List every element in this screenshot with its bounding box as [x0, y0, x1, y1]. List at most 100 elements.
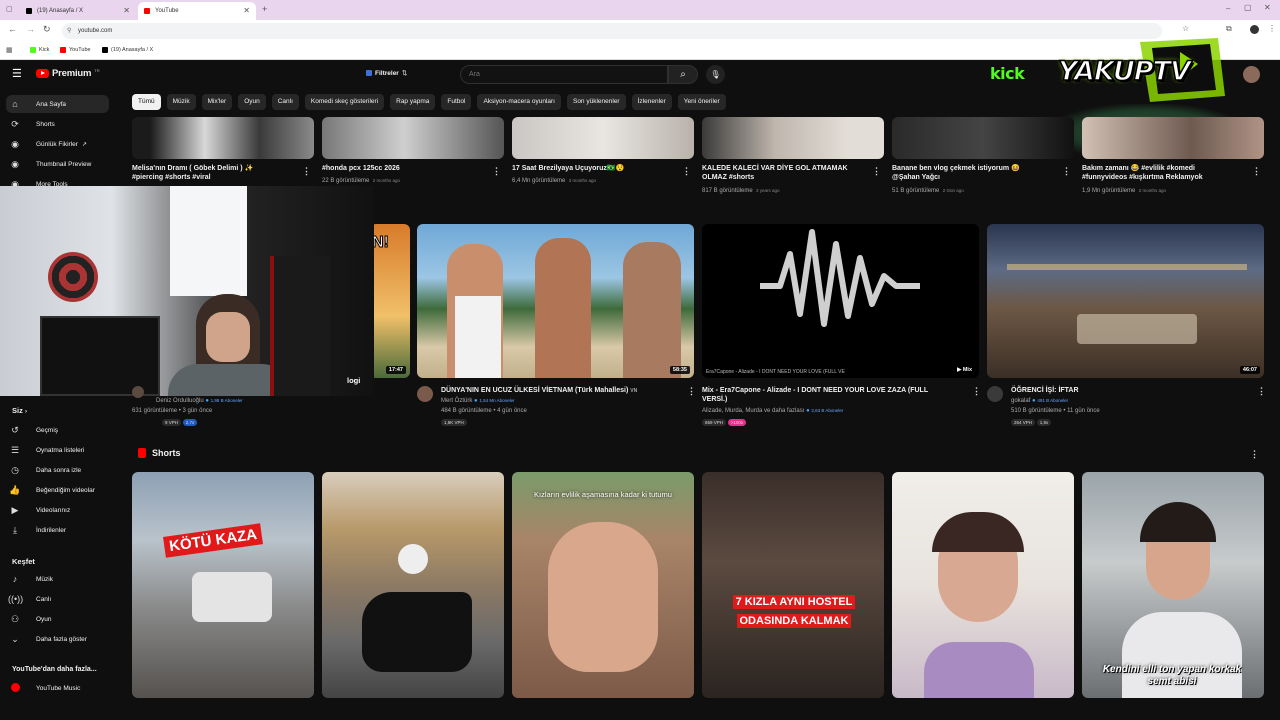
video-menu-icon[interactable]: ⋮ [492, 166, 501, 177]
sidebar-item-shorts[interactable]: ⟳ Shorts [6, 115, 109, 133]
account-avatar[interactable] [1243, 66, 1260, 83]
channel-line[interactable]: Alizade, Murda, Murda ve daha fazlası ● … [702, 408, 843, 414]
video-title[interactable]: #honda pcx 125cc 2026 [322, 164, 482, 173]
verified-icon: ● [806, 408, 810, 414]
tab-search-icon[interactable]: ▢ [6, 5, 13, 13]
minimize-icon[interactable]: – [1226, 4, 1230, 13]
extensions-icon[interactable]: ⧉ [1226, 24, 1232, 34]
sidebar-item-downloads[interactable]: ⤓ İndirilenler [6, 521, 109, 539]
short-thumbnail[interactable] [322, 472, 504, 698]
video-thumbnail[interactable]: Era7Capone - Alizade - I DONT NEED YOUR … [702, 224, 979, 378]
channel-line[interactable]: gokalaf ● 491 B Aboneler [1011, 398, 1068, 404]
channel-line[interactable]: Deniz Ordulluoğlu ● 1,98 B Aboneler [156, 398, 243, 404]
filter-chip[interactable]: Yeni öneriler [677, 94, 726, 110]
site-info-icon[interactable]: ⚲ [67, 27, 71, 34]
video-menu-icon[interactable]: ⋮ [682, 166, 691, 177]
video-thumbnail[interactable] [892, 117, 1074, 159]
video-menu-icon[interactable]: ⋮ [872, 166, 881, 177]
filter-chip[interactable]: İzlenenler [631, 94, 672, 110]
short-thumbnail[interactable]: Kendini elli ton yapan korkak semt abisi [1082, 472, 1264, 698]
video-menu-icon[interactable]: ⋮ [302, 166, 311, 177]
video-thumbnail[interactable]: 58:35 [417, 224, 694, 378]
bookmark-youtube[interactable]: YouTube [60, 47, 91, 53]
video-menu-icon[interactable]: ⋮ [1252, 166, 1261, 177]
close-tab-icon[interactable]: ✕ [123, 6, 130, 15]
video-title[interactable]: 17 Saat Brezilyaya Uçuyoruz🇧🇷😯 [512, 164, 672, 173]
video-thumbnail[interactable] [132, 117, 314, 159]
video-thumbnail[interactable]: 46:07 [987, 224, 1264, 378]
video-title[interactable]: Melisa'nın Dramı ( Göbek Delimi ) ✨ #pier… [132, 164, 292, 182]
sidebar-item-daily-ideas[interactable]: ◉ Günlük Fikirler ↗ [6, 135, 109, 153]
filter-chip[interactable]: Komedi skeç gösterileri [304, 94, 385, 110]
sidebar-item-watch-later[interactable]: ◷ Daha sonra izle [6, 461, 109, 479]
filter-chip[interactable]: Mix'ler [201, 94, 233, 110]
sidebar-show-more[interactable]: ⌄ Daha fazla göster [6, 630, 109, 648]
video-menu-icon[interactable]: ⋮ [1257, 386, 1266, 397]
video-thumbnail[interactable] [702, 117, 884, 159]
you-section-heading[interactable]: Siz › [12, 406, 27, 415]
shorts-more-icon[interactable]: ⋮ [1250, 449, 1259, 460]
filter-chip[interactable]: Tümü [132, 94, 161, 110]
sidebar-item-your-videos[interactable]: ▶ Videolarınız [6, 501, 109, 519]
filter-chip[interactable]: Son yüklenenler [566, 94, 626, 110]
video-thumbnail[interactable] [512, 117, 694, 159]
sidebar-item-thumbnail-preview[interactable]: ◉ Thumbnail Preview [6, 155, 109, 173]
sidebar-item-history[interactable]: ↺ Geçmiş [6, 421, 109, 439]
sidebar-item-liked-videos[interactable]: 👍 Beğendiğim videolar [6, 481, 109, 499]
sidebar-item-youtube-music[interactable]: YouTube Music [6, 679, 109, 697]
video-title[interactable]: DÜNYA'NIN EN UCUZ ÜLKESİ VİETNAM (Türk M… [441, 386, 686, 396]
search-button[interactable]: ⌕ [668, 65, 698, 84]
sidebar-item-home[interactable]: ⌂ Ana Sayfa [6, 95, 109, 113]
profile-avatar[interactable] [1250, 25, 1259, 34]
channel-avatar[interactable] [417, 386, 433, 402]
filter-chip[interactable]: Rap yapma [390, 94, 436, 110]
back-icon[interactable]: ← [8, 24, 17, 34]
filters-button[interactable]: Filtreler ⇅ [366, 69, 407, 77]
reload-icon[interactable]: ↻ [43, 24, 51, 35]
short-thumbnail[interactable]: KÖTÜ KAZA [132, 472, 314, 698]
browser-tab-x[interactable]: (19) Anasayfa / X ✕ [20, 2, 136, 20]
video-title[interactable]: Mix - Era7Capone - Alizade - I DONT NEED… [702, 386, 947, 404]
sidebar-item-music[interactable]: ♪ Müzik [6, 570, 109, 588]
sidebar-item-live[interactable]: ((•)) Canlı [6, 590, 109, 608]
url-field[interactable]: ⚲ youtube.com [62, 23, 1162, 39]
video-title[interactable]: ÖĞRENCİ İŞİ: İFTAR [1011, 386, 1256, 395]
video-menu-icon[interactable]: ⋮ [1062, 166, 1071, 177]
video-menu-icon[interactable]: ⋮ [972, 386, 981, 397]
sidebar-item-playlists[interactable]: ☰ Oynatma listeleri [6, 441, 109, 459]
close-window-icon[interactable]: ✕ [1264, 3, 1271, 12]
maximize-icon[interactable]: ▢ [1244, 3, 1252, 12]
channel-line[interactable]: Mert Öztürk ● 1,54 Mn Aboneler [441, 398, 515, 404]
youtube-premium-logo[interactable]: Premium TR [36, 68, 100, 79]
search-input[interactable] [460, 65, 668, 84]
video-thumbnail[interactable] [1082, 117, 1264, 159]
video-title[interactable]: Bakım zamanı 😂 #evlilik #komedi #funnyvid… [1082, 164, 1242, 182]
filter-chip[interactable]: Oyun [238, 94, 266, 110]
video-thumbnail[interactable]: N! 17:47 [370, 224, 410, 378]
channel-avatar[interactable] [987, 386, 1003, 402]
short-thumbnail[interactable]: Kızların evlilik aşamasına kadar ki tutu… [512, 472, 694, 698]
new-tab-button[interactable]: + [262, 4, 267, 14]
close-tab-icon[interactable]: ✕ [243, 6, 250, 15]
bookmark-star-icon[interactable]: ☆ [1182, 24, 1189, 33]
browser-tab-youtube[interactable]: YouTube ✕ [138, 2, 256, 20]
voice-search-button[interactable]: 🎙 [706, 65, 725, 84]
apps-grid-icon[interactable]: ▦ [6, 46, 13, 54]
forward-icon[interactable]: → [26, 24, 35, 34]
video-title[interactable]: KALEDE KALECİ VAR DİYE GOL ATMAMAK OLMAZ … [702, 164, 862, 182]
bookmark-kick[interactable]: Kick [30, 47, 49, 53]
video-title[interactable]: Banane ben vlog çekmek istiyorum 😆 @Şahan… [892, 164, 1052, 182]
hamburger-menu-icon[interactable]: ☰ [12, 67, 22, 80]
short-thumbnail[interactable] [892, 472, 1074, 698]
browser-menu-icon[interactable]: ⋮ [1268, 24, 1276, 33]
filter-chip[interactable]: Aksiyon-macera oyunları [477, 94, 561, 110]
filter-chip[interactable]: Müzik [166, 94, 196, 110]
filter-chip[interactable]: Futbol [441, 94, 472, 110]
video-thumbnail[interactable] [322, 117, 504, 159]
bookmark-x[interactable]: (19) Anasayfa / X [102, 47, 153, 53]
channel-avatar[interactable] [132, 386, 144, 398]
filter-chip[interactable]: Canlı [271, 94, 299, 110]
sidebar-item-gaming[interactable]: ⚇ Oyun [6, 610, 109, 628]
short-thumbnail[interactable]: 7 KIZLA AYNI HOSTEL ODASINDA KALMAK [702, 472, 884, 698]
video-menu-icon[interactable]: ⋮ [687, 386, 696, 397]
